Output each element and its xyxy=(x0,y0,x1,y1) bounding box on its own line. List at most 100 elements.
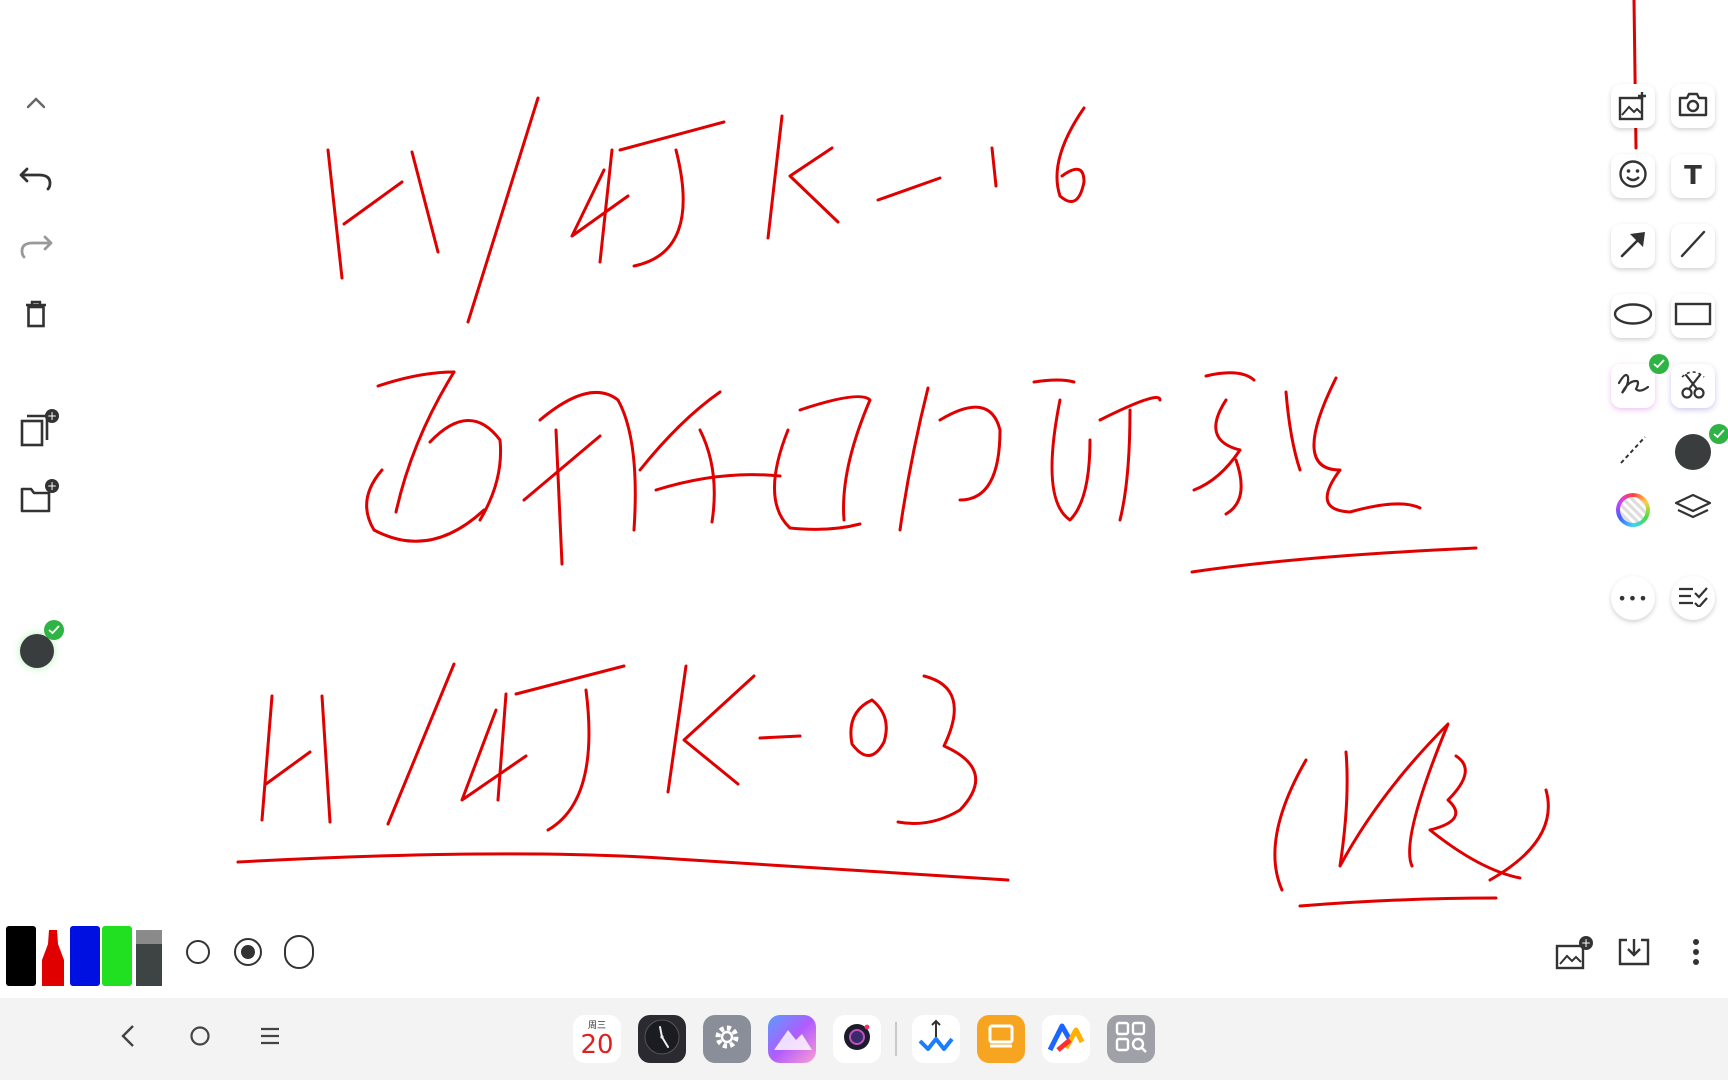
ink-stroke xyxy=(773,428,862,531)
pen-green[interactable] xyxy=(102,926,132,986)
pen-size-medium[interactable] xyxy=(233,937,263,967)
ink-stroke xyxy=(326,148,344,280)
home-button[interactable] xyxy=(178,1016,222,1060)
pen-size-large[interactable] xyxy=(284,935,314,969)
calendar-app[interactable]: 周三 20 xyxy=(573,1015,621,1063)
layers-tool[interactable] xyxy=(1671,488,1715,532)
color-dot-icon xyxy=(18,620,64,668)
gear-icon xyxy=(710,1020,744,1058)
arrow-tool[interactable] xyxy=(1611,224,1655,268)
ink-stroke xyxy=(1190,546,1478,574)
download-icon xyxy=(1617,937,1651,971)
new-folder-button[interactable]: + xyxy=(14,476,59,520)
ink-stroke xyxy=(365,468,486,543)
menu-button[interactable] xyxy=(1674,932,1718,976)
color-tool[interactable] xyxy=(1671,424,1728,474)
ink-stroke xyxy=(1273,758,1308,892)
ink-stroke xyxy=(1298,896,1498,908)
ink-stroke xyxy=(394,370,456,514)
arrow-icon xyxy=(1618,229,1648,263)
clock-app[interactable] xyxy=(638,1015,686,1063)
ink-stroke xyxy=(386,662,456,826)
ellipse-icon xyxy=(1613,302,1653,330)
checklist-icon xyxy=(1677,585,1709,611)
task-icon xyxy=(916,1019,956,1059)
handwriting-layer xyxy=(236,0,1638,908)
freehand-tool[interactable] xyxy=(1611,354,1669,408)
line-tool[interactable] xyxy=(1671,224,1715,268)
ink-stroke xyxy=(938,405,1002,502)
dashed-line-icon xyxy=(1618,435,1648,469)
scissors-tool[interactable] xyxy=(1671,364,1715,408)
ink-stroke xyxy=(554,428,564,566)
ink-stroke xyxy=(570,168,630,238)
insert-image-tool[interactable] xyxy=(1611,84,1655,128)
camera-tool[interactable] xyxy=(1671,84,1715,128)
ink-stroke xyxy=(896,674,978,825)
undo-icon xyxy=(19,165,53,195)
ink-stroke xyxy=(1224,458,1243,516)
pen-palette xyxy=(4,922,168,988)
ink-stroke xyxy=(876,176,942,202)
collapse-toolbar-button[interactable] xyxy=(14,82,58,126)
slides-app[interactable] xyxy=(977,1015,1025,1063)
gallery-app[interactable] xyxy=(768,1015,816,1063)
freehand-icon xyxy=(1616,369,1650,403)
ink-stroke xyxy=(522,434,602,502)
ink-stroke xyxy=(1098,396,1162,422)
left-color-button[interactable] xyxy=(14,620,64,672)
ellipse-tool[interactable] xyxy=(1611,294,1655,338)
ink-stroke xyxy=(1118,408,1132,522)
sticker-tool[interactable] xyxy=(1611,154,1655,198)
image-plus-icon xyxy=(1618,91,1648,121)
task-app[interactable] xyxy=(912,1015,960,1063)
scissors-icon xyxy=(1676,367,1710,405)
mountain-icon xyxy=(772,1022,812,1056)
color-wheel-tool[interactable] xyxy=(1611,488,1655,532)
ink-stroke xyxy=(342,180,404,226)
ink-stroke xyxy=(410,150,440,254)
line-icon xyxy=(1678,229,1708,263)
ink-stroke xyxy=(632,148,685,268)
app-drawer[interactable] xyxy=(1107,1015,1155,1063)
more-vertical-icon xyxy=(1692,938,1700,970)
ink-stroke xyxy=(260,694,274,822)
redo-button[interactable] xyxy=(14,226,58,270)
office-app[interactable] xyxy=(1042,1015,1090,1063)
dashed-line-tool[interactable] xyxy=(1611,430,1655,474)
insert-image-button[interactable]: + xyxy=(1550,932,1594,976)
eraser[interactable] xyxy=(134,926,164,986)
ink-stroke xyxy=(376,370,456,388)
save-button[interactable] xyxy=(1612,932,1656,976)
more-tools-button[interactable]: ••• xyxy=(1611,576,1655,620)
ink-stroke xyxy=(546,688,591,832)
checklist-button[interactable] xyxy=(1671,576,1715,620)
selected-check-icon xyxy=(44,620,64,640)
ink-stroke xyxy=(798,395,872,522)
pen-size-small[interactable] xyxy=(183,937,213,967)
new-page-button[interactable]: + xyxy=(14,408,59,452)
slides-icon xyxy=(984,1020,1018,1058)
ink-stroke xyxy=(496,692,508,802)
text-tool[interactable]: T xyxy=(1671,154,1715,198)
pen-blue[interactable] xyxy=(70,926,100,986)
ink-stroke xyxy=(236,852,1010,882)
rectangle-icon xyxy=(1674,302,1712,330)
back-button[interactable] xyxy=(106,1016,150,1060)
undo-button[interactable] xyxy=(14,158,58,202)
delete-button[interactable] xyxy=(14,294,58,338)
settings-app[interactable] xyxy=(703,1015,751,1063)
camera-app[interactable] xyxy=(833,1015,881,1063)
camera-lens-icon xyxy=(841,1021,873,1057)
recents-button[interactable] xyxy=(248,1016,292,1060)
ink-stroke xyxy=(598,148,614,264)
office-icon xyxy=(1047,1022,1085,1056)
ink-stroke xyxy=(1284,390,1302,472)
back-icon xyxy=(120,1024,136,1052)
pen-black[interactable] xyxy=(6,926,36,986)
pen-red[interactable] xyxy=(38,926,68,986)
ink-stroke xyxy=(460,708,528,802)
whiteboard-canvas[interactable] xyxy=(0,0,1728,998)
color-dot-icon xyxy=(1675,434,1711,470)
rectangle-tool[interactable] xyxy=(1671,294,1715,338)
